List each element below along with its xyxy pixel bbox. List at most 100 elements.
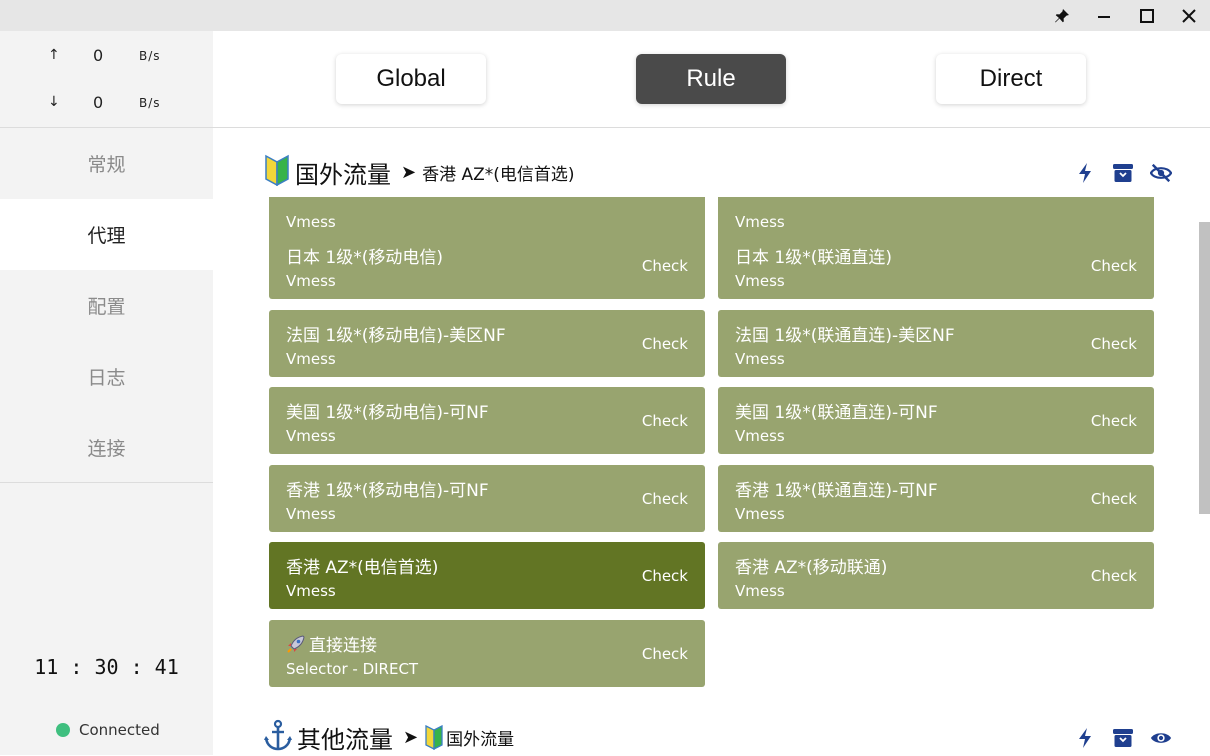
nav-item-label: 代理: [87, 225, 126, 247]
check-button[interactable]: Check: [1091, 335, 1137, 353]
proxy-type: Vmess: [735, 427, 785, 445]
proxy-card[interactable]: 法国 1级*(联通直连)-美区NF Vmess Check: [718, 310, 1154, 377]
group-actions: [1074, 720, 1172, 756]
proxy-card[interactable]: 香港 1级*(联通直连)-可NF Vmess Check: [718, 465, 1154, 532]
beginner-badge-icon: [263, 154, 291, 190]
check-button[interactable]: Check: [642, 257, 688, 275]
rocket-icon: [286, 634, 306, 654]
check-button[interactable]: Check: [642, 645, 688, 663]
proxy-name: 法国 1级*(移动电信)-美区NF: [286, 326, 506, 346]
group-header[interactable]: 国外流量 ➤ 香港 AZ*(电信首选): [263, 154, 575, 190]
upload-unit: B/s: [139, 49, 161, 63]
proxy-card-selected[interactable]: 香港 AZ*(电信首选) Vmess Check: [269, 542, 705, 609]
mode-rule-button[interactable]: Rule: [636, 54, 786, 104]
traffic-speed-panel: ↑ 0 B/s ↓ 0 B/s: [0, 31, 213, 128]
proxy-grid: Vmess Vmess 日本 1级*(移动电信) Vmess Check 日本 …: [213, 197, 1173, 699]
check-button[interactable]: Check: [642, 567, 688, 585]
mode-bar: Global Rule Direct: [213, 31, 1210, 128]
proxy-type: Vmess: [735, 582, 785, 600]
group-name: 其他流量: [297, 725, 393, 754]
download-speed: ↓ 0 B/s: [0, 92, 213, 116]
group-selected-proxy: 国外流量: [446, 729, 515, 750]
proxy-name: 香港 1级*(联通直连)-可NF: [735, 481, 938, 501]
archive-icon[interactable]: [1112, 162, 1134, 184]
nav-item-label: 配置: [87, 296, 126, 318]
close-icon[interactable]: [1174, 2, 1204, 30]
nav-item-general[interactable]: 常规: [0, 128, 213, 199]
proxy-name: 美国 1级*(移动电信)-可NF: [286, 403, 489, 423]
group-arrow-icon: ➤: [401, 161, 417, 183]
proxy-type: Vmess: [735, 505, 785, 523]
bolt-icon[interactable]: [1074, 162, 1096, 184]
proxy-name: 日本 1级*(联通直连): [735, 248, 892, 268]
proxy-type: Vmess: [735, 272, 785, 290]
connection-status-label: Connected: [79, 721, 160, 739]
nav-item-profiles[interactable]: 配置: [0, 270, 213, 341]
proxy-type: Vmess: [735, 350, 785, 368]
archive-icon[interactable]: [1112, 727, 1134, 749]
check-button[interactable]: Check: [642, 335, 688, 353]
check-button[interactable]: Check: [1091, 490, 1137, 508]
nav-item-logs[interactable]: 日志: [0, 341, 213, 412]
proxy-card[interactable]: 日本 1级*(移动电信) Vmess Check: [269, 232, 705, 299]
nav-item-label: 常规: [87, 154, 126, 176]
check-button[interactable]: Check: [1091, 567, 1137, 585]
proxy-name: 香港 1级*(移动电信)-可NF: [286, 481, 489, 501]
check-button[interactable]: Check: [1091, 257, 1137, 275]
main-panel: Global Rule Direct 国外流量 ➤ 香港 AZ*(电信首选) V…: [213, 31, 1210, 755]
status-dot-icon: [56, 723, 70, 737]
minimize-icon[interactable]: [1089, 2, 1119, 30]
pin-icon[interactable]: [1047, 2, 1077, 30]
eye-icon[interactable]: [1150, 727, 1172, 749]
proxy-name: 香港 AZ*(移动联通): [735, 558, 888, 578]
title-bar: [0, 0, 1210, 31]
nav-divider: [0, 482, 213, 483]
beginner-badge-icon: [424, 724, 444, 750]
clock: 11 : 30 : 41: [34, 655, 179, 679]
sidebar: ↑ 0 B/s ↓ 0 B/s 常规 代理 配置 日志 连接 11 : 30 :…: [0, 31, 213, 755]
proxy-card[interactable]: 香港 1级*(移动电信)-可NF Vmess Check: [269, 465, 705, 532]
download-value: 0: [93, 93, 104, 112]
mode-direct-button[interactable]: Direct: [936, 54, 1086, 104]
check-button[interactable]: Check: [642, 490, 688, 508]
proxy-card[interactable]: 法国 1级*(移动电信)-美区NF Vmess Check: [269, 310, 705, 377]
proxy-name: 香港 AZ*(电信首选): [286, 558, 439, 578]
proxy-card[interactable]: 日本 1级*(联通直连) Vmess Check: [718, 232, 1154, 299]
nav-item-label: 连接: [87, 438, 126, 460]
maximize-icon[interactable]: [1132, 2, 1162, 30]
proxy-card[interactable]: 美国 1级*(联通直连)-可NF Vmess Check: [718, 387, 1154, 454]
proxy-type: Vmess: [286, 272, 336, 290]
check-button[interactable]: Check: [642, 412, 688, 430]
proxy-type: Vmess: [286, 213, 336, 231]
proxy-type: Vmess: [286, 582, 336, 600]
eye-slash-icon[interactable]: [1150, 162, 1172, 184]
upload-value: 0: [93, 46, 104, 65]
proxy-name: 美国 1级*(联通直连)-可NF: [735, 403, 938, 423]
group-actions: [1074, 155, 1172, 191]
group-selected-proxy: 香港 AZ*(电信首选): [422, 164, 575, 185]
proxy-type: Vmess: [735, 213, 785, 231]
proxy-type: Selector - DIRECT: [286, 660, 419, 678]
proxy-card[interactable]: 香港 AZ*(移动联通) Vmess Check: [718, 542, 1154, 609]
group-header[interactable]: 其他流量 ➤ 国外流量: [263, 719, 514, 755]
proxy-name: 法国 1级*(联通直连)-美区NF: [735, 326, 955, 346]
bolt-icon[interactable]: [1074, 727, 1096, 749]
proxy-name: 直接连接: [309, 636, 377, 656]
mode-global-button[interactable]: Global: [336, 54, 486, 104]
download-unit: B/s: [139, 96, 161, 110]
proxy-card[interactable]: 直接连接 Selector - DIRECT Check: [269, 620, 705, 687]
check-button[interactable]: Check: [1091, 412, 1137, 430]
group-name: 国外流量: [295, 160, 391, 189]
nav-item-connections[interactable]: 连接: [0, 412, 213, 483]
proxy-name-wrap: 直接连接: [286, 631, 377, 656]
nav-item-proxies[interactable]: 代理: [0, 199, 213, 270]
proxy-type: Vmess: [286, 350, 336, 368]
proxy-type: Vmess: [286, 427, 336, 445]
group-arrow-icon: ➤: [403, 726, 419, 748]
proxy-card[interactable]: 美国 1级*(移动电信)-可NF Vmess Check: [269, 387, 705, 454]
anchor-icon: [263, 719, 293, 755]
proxy-name: 日本 1级*(移动电信): [286, 248, 443, 268]
download-arrow-icon: ↓: [48, 94, 60, 110]
upload-speed: ↑ 0 B/s: [0, 45, 213, 69]
scrollbar[interactable]: [1199, 222, 1210, 514]
